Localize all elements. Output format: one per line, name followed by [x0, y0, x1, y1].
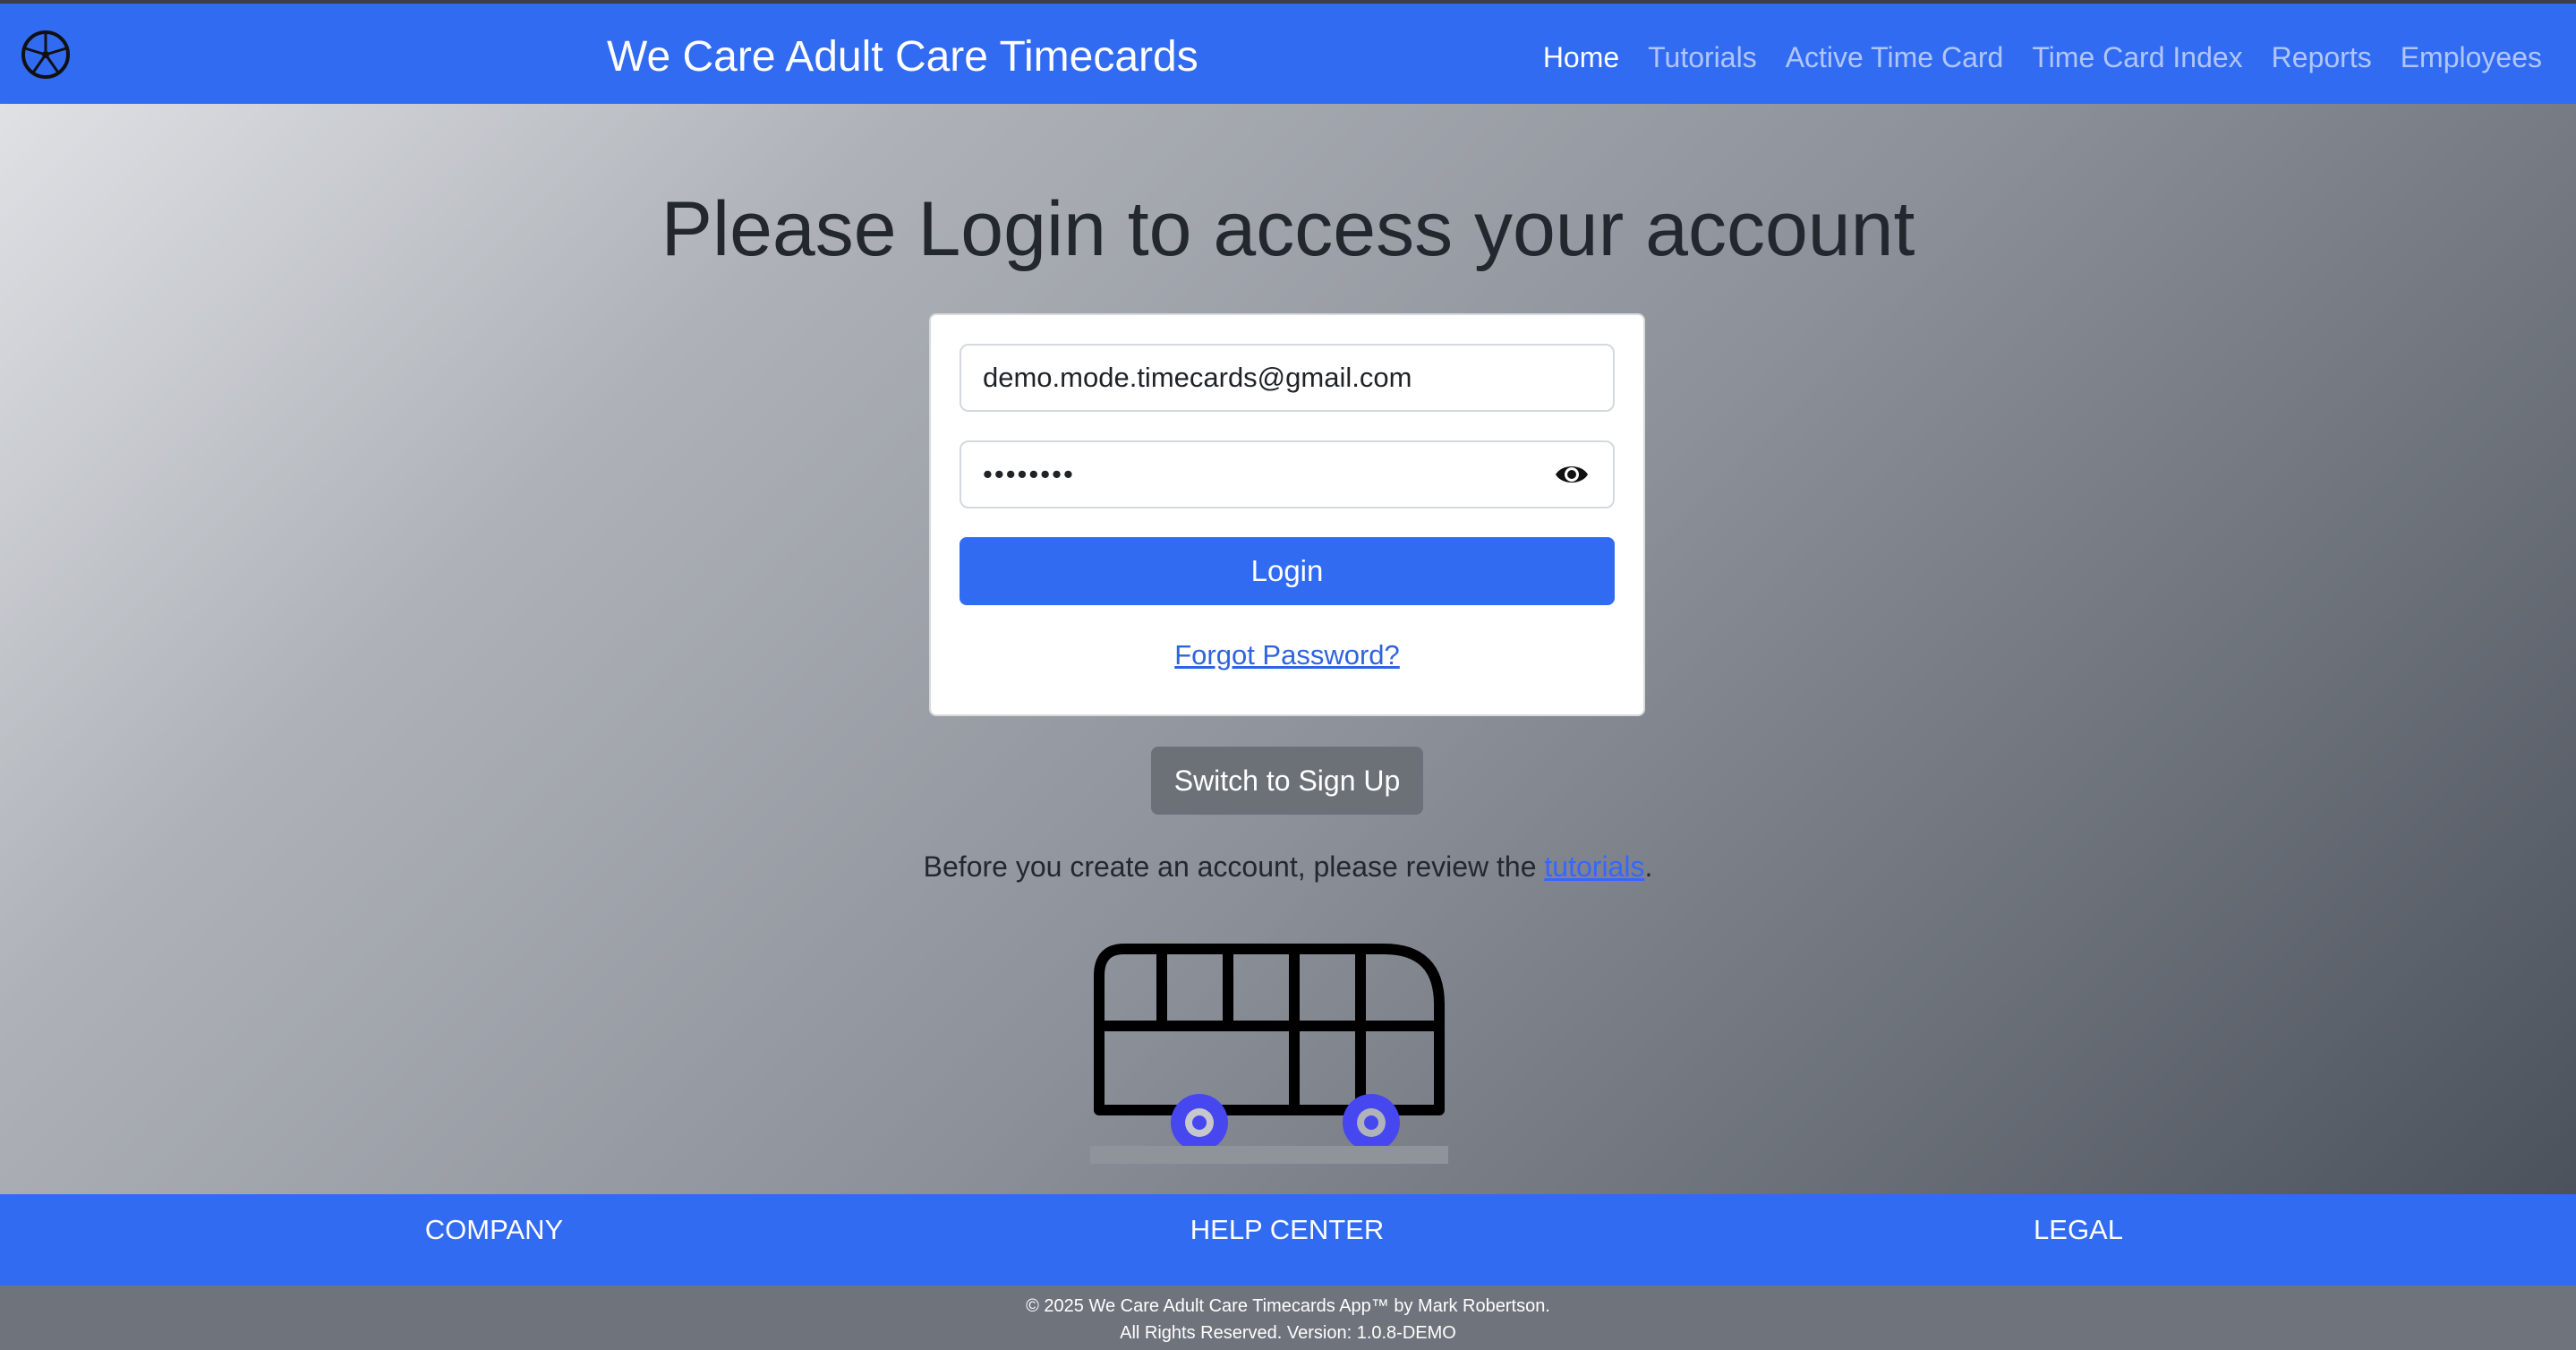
tutorials-link[interactable]: tutorials	[1544, 850, 1644, 883]
tutorial-note-period: .	[1644, 850, 1653, 883]
main-nav: Home Tutorials Active Time Card Time Car…	[1543, 36, 2542, 79]
copyright: © 2025 We Care Adult Care Timecards App™…	[0, 1286, 2576, 1350]
nav-home[interactable]: Home	[1543, 36, 1619, 79]
nav-employees[interactable]: Employees	[2401, 36, 2542, 79]
password-field[interactable]	[960, 440, 1615, 508]
email-field[interactable]	[960, 344, 1615, 412]
nav-reports[interactable]: Reports	[2272, 36, 2372, 79]
wheel-icon[interactable]	[20, 29, 72, 81]
forgot-password-link[interactable]: Forgot Password?	[931, 636, 1643, 675]
login-button[interactable]: Login	[960, 537, 1615, 605]
footer-legal-link[interactable]: LEGAL	[2034, 1210, 2123, 1250]
nav-tutorials[interactable]: Tutorials	[1648, 36, 1757, 79]
switch-to-signup-button[interactable]: Switch to Sign Up	[1151, 747, 1423, 815]
footer-help-center-link[interactable]: HELP CENTER	[1190, 1210, 1385, 1250]
footer-company-link[interactable]: COMPANY	[425, 1210, 563, 1250]
eye-icon[interactable]	[1554, 460, 1590, 489]
copyright-line-2: All Rights Reserved. Version: 1.0.8-DEMO	[1120, 1323, 1456, 1343]
main-content: Please Login to access your account Logi…	[0, 104, 2576, 1194]
nav-active-time-card[interactable]: Active Time Card	[1786, 36, 2004, 79]
nav-time-card-index[interactable]: Time Card Index	[2032, 36, 2242, 79]
navbar: We Care Adult Care Timecards Home Tutori…	[0, 4, 2576, 104]
tutorial-note: Before you create an account, please rev…	[0, 847, 2576, 886]
page-title: Please Login to access your account	[661, 186, 1915, 272]
tutorial-note-text: Before you create an account, please rev…	[923, 850, 1545, 883]
app-title[interactable]: We Care Adult Care Timecards	[607, 30, 1198, 84]
footer: COMPANY HELP CENTER LEGAL	[0, 1194, 2576, 1286]
copyright-line-1: © 2025 We Care Adult Care Timecards App™…	[1026, 1296, 1550, 1316]
bus-icon	[1090, 944, 1448, 1164]
login-card: Login Forgot Password?	[929, 313, 1645, 716]
